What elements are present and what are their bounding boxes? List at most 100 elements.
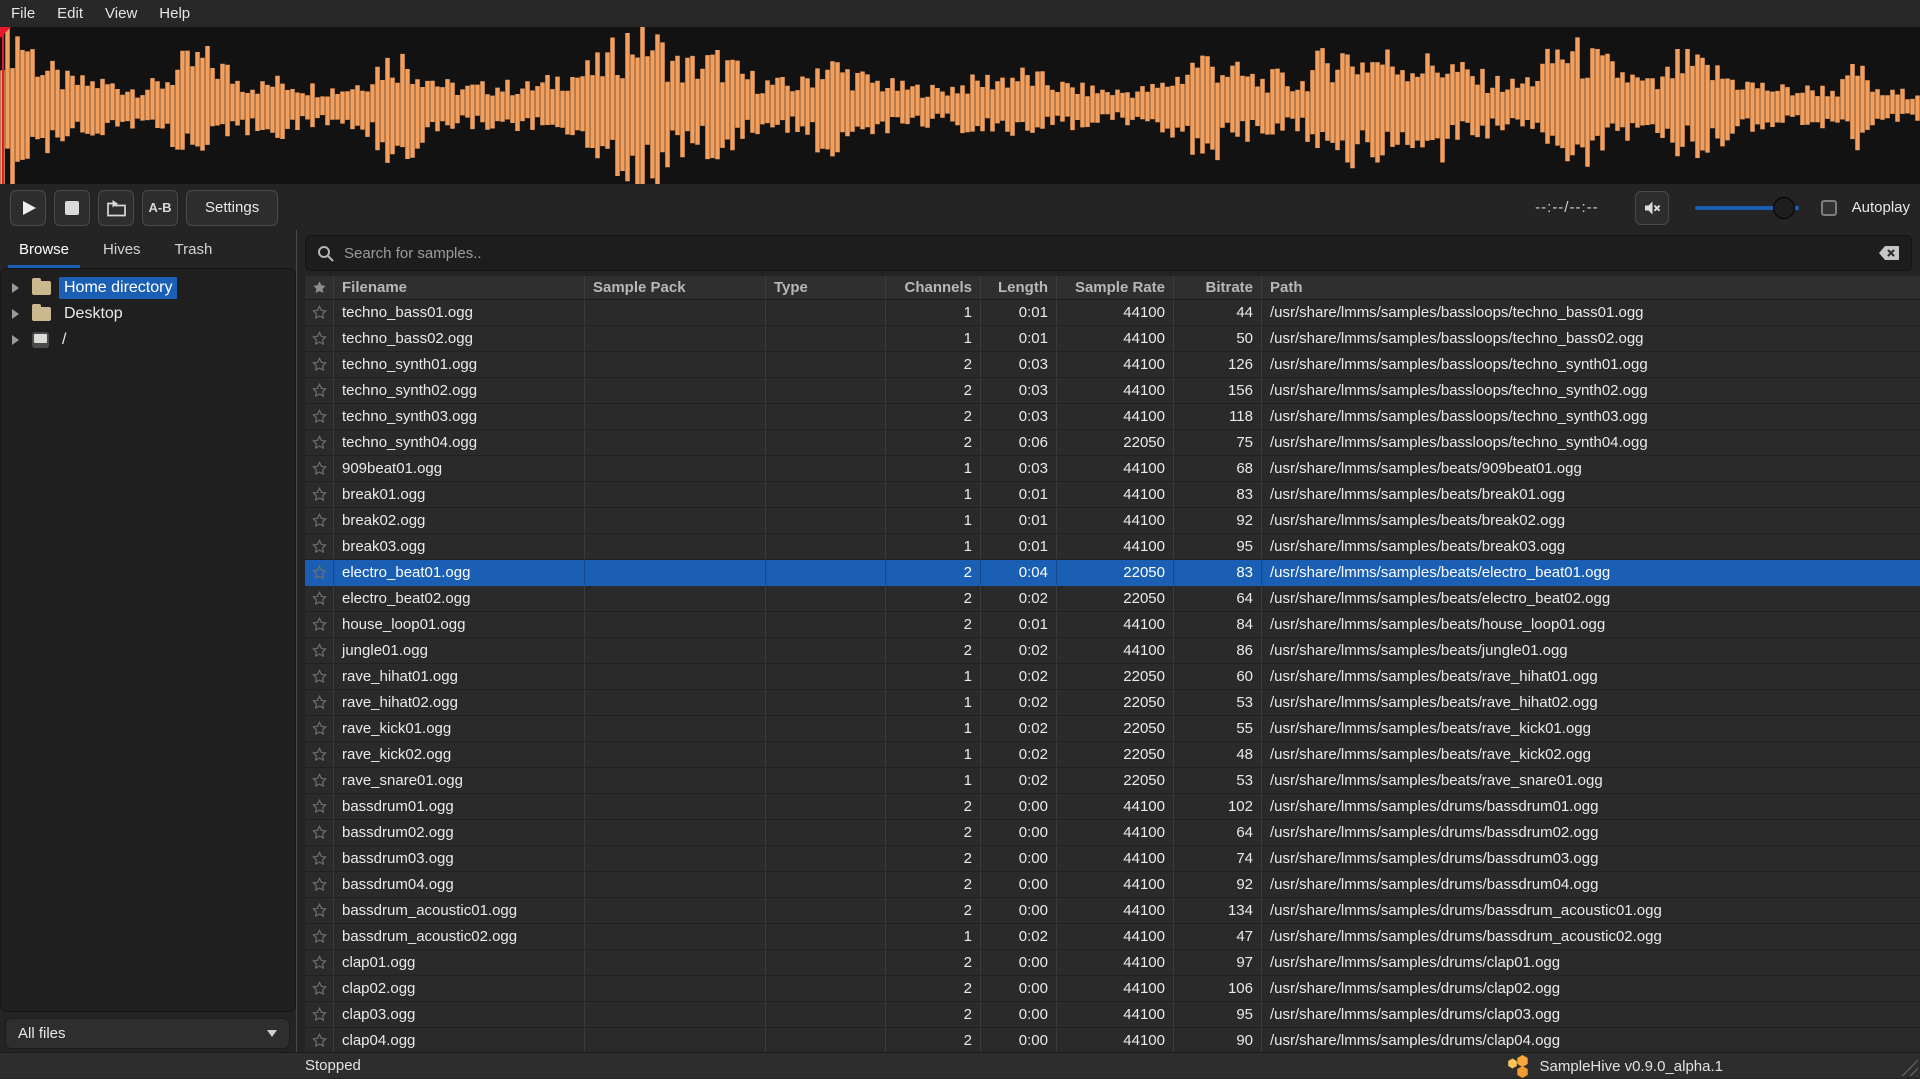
loop-ab-button[interactable]: A-B — [142, 190, 178, 226]
tree-item-desktop[interactable]: Desktop — [1, 301, 295, 327]
favorite-star-icon[interactable] — [305, 404, 334, 429]
stop-button[interactable] — [54, 190, 90, 226]
autoplay-checkbox[interactable] — [1821, 200, 1837, 216]
favorite-star-icon[interactable] — [305, 326, 334, 351]
table-row[interactable]: techno_synth02.ogg20:0344100156/usr/shar… — [305, 378, 1920, 404]
table-row[interactable]: techno_synth03.ogg20:0344100118/usr/shar… — [305, 404, 1920, 430]
table-row[interactable]: techno_bass01.ogg10:014410044/usr/share/… — [305, 300, 1920, 326]
favorite-star-icon[interactable] — [305, 742, 334, 767]
menu-item-help[interactable]: Help — [159, 5, 190, 22]
volume-slider[interactable] — [1695, 191, 1799, 225]
file-filter-dropdown[interactable]: All files — [5, 1018, 290, 1049]
favorite-star-icon[interactable] — [305, 690, 334, 715]
table-row[interactable]: rave_hihat01.ogg10:022205060/usr/share/l… — [305, 664, 1920, 690]
table-row[interactable]: clap02.ogg20:0044100106/usr/share/lmms/s… — [305, 976, 1920, 1002]
table-row[interactable]: rave_hihat02.ogg10:022205053/usr/share/l… — [305, 690, 1920, 716]
mute-button[interactable] — [1635, 191, 1669, 225]
settings-button[interactable]: Settings — [186, 190, 278, 226]
favorite-star-icon[interactable] — [305, 846, 334, 871]
favorite-star-icon[interactable] — [305, 586, 334, 611]
table-row[interactable]: jungle01.ogg20:024410086/usr/share/lmms/… — [305, 638, 1920, 664]
table-row[interactable]: clap04.ogg20:004410090/usr/share/lmms/sa… — [305, 1028, 1920, 1052]
favorite-star-icon[interactable] — [305, 560, 334, 585]
playhead[interactable] — [2, 27, 4, 184]
column-header-sample-rate[interactable]: Sample Rate — [1057, 276, 1174, 299]
tree-item-root-directory[interactable]: / — [1, 327, 295, 353]
table-row[interactable]: electro_beat02.ogg20:022205064/usr/share… — [305, 586, 1920, 612]
column-header-bitrate[interactable]: Bitrate — [1174, 276, 1262, 299]
favorite-star-icon[interactable] — [305, 378, 334, 403]
menu-item-view[interactable]: View — [105, 5, 137, 22]
favorite-star-icon[interactable] — [305, 534, 334, 559]
tree-item-home-directory[interactable]: Home directory — [1, 275, 295, 301]
expander-icon[interactable] — [12, 283, 19, 293]
table-row[interactable]: clap03.ogg20:004410095/usr/share/lmms/sa… — [305, 1002, 1920, 1028]
tab-trash[interactable]: Trash — [164, 233, 224, 268]
table-row[interactable]: bassdrum03.ogg20:004410074/usr/share/lmm… — [305, 846, 1920, 872]
table-row[interactable]: rave_kick02.ogg10:022205048/usr/share/lm… — [305, 742, 1920, 768]
table-row[interactable]: break03.ogg10:014410095/usr/share/lmms/s… — [305, 534, 1920, 560]
favorite-star-icon[interactable] — [305, 1002, 334, 1027]
favorite-star-icon[interactable] — [305, 638, 334, 663]
table-row[interactable]: bassdrum02.ogg20:004410064/usr/share/lmm… — [305, 820, 1920, 846]
column-header-sample-pack[interactable]: Sample Pack — [585, 276, 766, 299]
table-row[interactable]: break01.ogg10:014410083/usr/share/lmms/s… — [305, 482, 1920, 508]
favorite-star-icon[interactable] — [305, 768, 334, 793]
table-row[interactable]: electro_beat01.ogg20:042205083/usr/share… — [305, 560, 1920, 586]
column-header-type[interactable]: Type — [766, 276, 886, 299]
favorite-star-icon[interactable] — [305, 456, 334, 481]
table-row[interactable]: techno_bass02.ogg10:014410050/usr/share/… — [305, 326, 1920, 352]
favorite-star-icon[interactable] — [305, 482, 334, 507]
table-row[interactable]: bassdrum_acoustic02.ogg10:024410047/usr/… — [305, 924, 1920, 950]
column-header-star[interactable] — [305, 276, 334, 299]
favorite-star-icon[interactable] — [305, 430, 334, 455]
search-bar[interactable] — [305, 235, 1912, 271]
resize-grip[interactable] — [1898, 1056, 1918, 1076]
column-header-filename[interactable]: Filename — [334, 276, 585, 299]
table-row[interactable]: techno_synth01.ogg20:0344100126/usr/shar… — [305, 352, 1920, 378]
column-header-path[interactable]: Path — [1262, 276, 1920, 299]
menu-item-edit[interactable]: Edit — [57, 5, 83, 22]
expander-icon[interactable] — [12, 335, 19, 345]
waveform-panel[interactable] — [0, 27, 1920, 184]
favorite-star-icon[interactable] — [305, 950, 334, 975]
favorite-star-icon[interactable] — [305, 352, 334, 377]
favorite-star-icon[interactable] — [305, 300, 334, 325]
table-row[interactable]: bassdrum04.ogg20:004410092/usr/share/lmm… — [305, 872, 1920, 898]
favorite-star-icon[interactable] — [305, 1028, 334, 1052]
table-row[interactable]: bassdrum01.ogg20:0044100102/usr/share/lm… — [305, 794, 1920, 820]
table-row[interactable]: rave_kick01.ogg10:022205055/usr/share/lm… — [305, 716, 1920, 742]
clear-search-icon[interactable] — [1878, 245, 1900, 261]
play-button[interactable] — [10, 190, 46, 226]
autoplay-label[interactable]: Autoplay — [1852, 199, 1910, 216]
table-row[interactable]: rave_snare01.ogg10:022205053/usr/share/l… — [305, 768, 1920, 794]
favorite-star-icon[interactable] — [305, 612, 334, 637]
table-row[interactable]: bassdrum_acoustic01.ogg20:0044100134/usr… — [305, 898, 1920, 924]
volume-slider-knob[interactable] — [1773, 197, 1795, 219]
column-header-channels[interactable]: Channels — [886, 276, 981, 299]
cell-sample-rate: 44100 — [1057, 950, 1174, 975]
favorite-star-icon[interactable] — [305, 794, 334, 819]
table-row[interactable]: break02.ogg10:014410092/usr/share/lmms/s… — [305, 508, 1920, 534]
favorite-star-icon[interactable] — [305, 924, 334, 949]
menu-item-file[interactable]: File — [11, 5, 35, 22]
favorite-star-icon[interactable] — [305, 872, 334, 897]
favorite-star-icon[interactable] — [305, 976, 334, 1001]
cell-type — [766, 326, 886, 351]
table-row[interactable]: techno_synth04.ogg20:062205075/usr/share… — [305, 430, 1920, 456]
favorite-star-icon[interactable] — [305, 820, 334, 845]
loop-button[interactable] — [98, 190, 134, 226]
column-header-length[interactable]: Length — [981, 276, 1057, 299]
tab-browse[interactable]: Browse — [8, 233, 80, 268]
favorite-star-icon[interactable] — [305, 898, 334, 923]
table-row[interactable]: house_loop01.ogg20:014410084/usr/share/l… — [305, 612, 1920, 638]
favorite-star-icon[interactable] — [305, 508, 334, 533]
table-row[interactable]: clap01.ogg20:004410097/usr/share/lmms/sa… — [305, 950, 1920, 976]
table-row[interactable]: 909beat01.ogg10:034410068/usr/share/lmms… — [305, 456, 1920, 482]
cell-sample-pack — [585, 508, 766, 533]
search-input[interactable] — [342, 244, 1878, 263]
expander-icon[interactable] — [12, 309, 19, 319]
favorite-star-icon[interactable] — [305, 716, 334, 741]
favorite-star-icon[interactable] — [305, 664, 334, 689]
tab-hives[interactable]: Hives — [92, 233, 152, 268]
